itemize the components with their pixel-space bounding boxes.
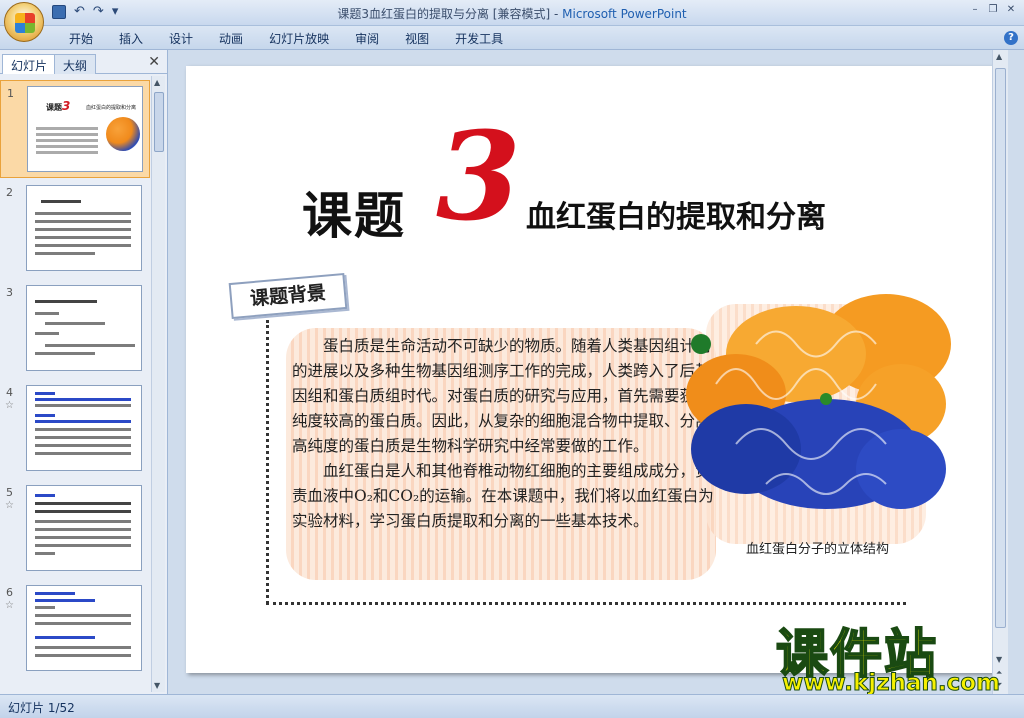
tab-home[interactable]: 开始 xyxy=(56,30,106,47)
tab-outline[interactable]: 大纲 xyxy=(54,54,97,74)
slide-preview: 课题3 血红蛋白的提取和分离 xyxy=(27,86,143,172)
tab-slideshow[interactable]: 幻灯片放映 xyxy=(256,30,342,47)
background-tag: 课题背景 xyxy=(228,273,348,319)
restore-icon[interactable]: ❐ xyxy=(986,3,1000,17)
slide-number: 6 xyxy=(6,586,13,599)
animation-star-icon: ☆ xyxy=(5,500,14,511)
scroll-down-icon[interactable]: ▼ xyxy=(996,655,1002,664)
status-bar: 幻灯片 1/52 xyxy=(0,694,1024,718)
app-name: Microsoft PowerPoint xyxy=(562,7,687,21)
pane-close-icon[interactable]: ✕ xyxy=(148,54,160,70)
slide-number: 3 xyxy=(6,286,13,299)
help-icon[interactable]: ? xyxy=(1004,31,1018,45)
office-logo-icon xyxy=(15,13,35,33)
scroll-up-icon[interactable]: ▲ xyxy=(154,78,160,87)
dotted-border xyxy=(266,602,906,605)
slide-thumbnail-6[interactable]: 6 ☆ xyxy=(0,580,150,678)
slide-preview xyxy=(26,285,142,371)
thumb-title: 课题3 xyxy=(46,99,71,113)
slide-preview xyxy=(26,485,142,571)
tab-design[interactable]: 设计 xyxy=(156,30,206,47)
tab-slides[interactable]: 幻灯片 xyxy=(2,54,57,74)
ribbon: 开始 插入 设计 动画 幻灯片放映 审阅 视图 开发工具 ? xyxy=(0,26,1024,50)
slide-number: 2 xyxy=(6,186,13,199)
minimize-icon[interactable]: – xyxy=(968,3,982,17)
slide-subtitle: 血红蛋白的提取和分离 xyxy=(526,200,826,235)
thumb-subtitle: 血红蛋白的提取和分离 xyxy=(86,105,137,111)
scrollbar-thumb[interactable] xyxy=(154,92,164,152)
pane-tabs: 幻灯片 大纲 ✕ xyxy=(0,52,168,74)
slide-editor: 课题 3 血红蛋白的提取和分离 课题背景 蛋白质是生命活动不可缺少的物质。随着人… xyxy=(170,50,1008,694)
tab-insert[interactable]: 插入 xyxy=(106,30,156,47)
slides-pane: 幻灯片 大纲 ✕ 1 课题3 血红蛋白的提取和分离 2 3 4 ☆ 5 ☆ 6 … xyxy=(0,50,168,694)
tab-animation[interactable]: 动画 xyxy=(206,30,256,47)
tab-view[interactable]: 视图 xyxy=(392,30,442,47)
scrollbar-thumb[interactable] xyxy=(995,68,1006,628)
slide-canvas[interactable]: 课题 3 血红蛋白的提取和分离 课题背景 蛋白质是生命活动不可缺少的物质。随着人… xyxy=(186,66,995,673)
slide-number: 1 xyxy=(7,87,14,100)
window-title: 课题3血红蛋白的提取与分离 [兼容模式] - Microsoft PowerPo… xyxy=(0,5,1024,22)
slide-thumbnail-1[interactable]: 1 课题3 血红蛋白的提取和分离 xyxy=(0,80,150,178)
window-controls: – ❐ ✕ xyxy=(968,3,1018,17)
scroll-up-icon[interactable]: ▲ xyxy=(996,52,1002,61)
slide-thumbnail-5[interactable]: 5 ☆ xyxy=(0,480,150,578)
scroll-down-icon[interactable]: ▼ xyxy=(154,681,160,690)
close-icon[interactable]: ✕ xyxy=(1004,3,1018,17)
hemoglobin-structure-image xyxy=(686,294,951,509)
paragraph: 蛋白质是生命活动不可缺少的物质。随着人类基因组计划的进展以及多种生物基因组测序工… xyxy=(292,337,711,455)
slide-thumbnail-3[interactable]: 3 xyxy=(0,280,150,378)
paragraph: 血红蛋白是人和其他脊椎动物红细胞的主要组成成分，负责血液中O₂和CO₂的运输。在… xyxy=(292,462,714,530)
office-button[interactable] xyxy=(4,2,44,42)
tab-developer[interactable]: 开发工具 xyxy=(442,30,516,47)
document-title: 课题3血红蛋白的提取与分离 [兼容模式] - xyxy=(337,7,563,21)
thumbnail-list: 1 课题3 血红蛋白的提取和分离 2 3 4 ☆ 5 ☆ 6 ☆ xyxy=(0,76,150,692)
slide-preview xyxy=(26,185,142,271)
slide-indicator: 幻灯片 1/52 xyxy=(8,701,75,715)
tab-review[interactable]: 审阅 xyxy=(342,30,392,47)
slide-lesson-number: 3 xyxy=(436,104,521,248)
editor-scrollbar[interactable]: ▲ ▼ ⏶ ⏷ xyxy=(992,50,1008,694)
slide-title: 课题 xyxy=(302,187,406,245)
slide-number: 5 xyxy=(6,486,13,499)
slide-thumbnail-2[interactable]: 2 xyxy=(0,180,150,278)
dotted-border xyxy=(266,320,269,604)
image-caption: 血红蛋白分子的立体结构 xyxy=(746,542,890,557)
animation-star-icon: ☆ xyxy=(5,400,14,411)
protein-thumb-image xyxy=(106,117,140,151)
slide-thumbnail-4[interactable]: 4 ☆ xyxy=(0,380,150,478)
animation-star-icon: ☆ xyxy=(5,600,14,611)
slide-preview xyxy=(26,585,142,671)
thumbnail-scrollbar[interactable]: ▲ ▼ xyxy=(151,76,165,692)
slide-preview xyxy=(26,385,142,471)
ribbon-tabs: 开始 插入 设计 动画 幻灯片放映 审阅 视图 开发工具 xyxy=(56,30,516,47)
slide-body: 蛋白质是生命活动不可缺少的物质。随着人类基因组计划的进展以及多种生物基因组测序工… xyxy=(292,334,722,534)
watermark-url: www.kjzhan.com xyxy=(782,670,1001,697)
title-bar: ↶ ↷ ▾ 课题3血红蛋白的提取与分离 [兼容模式] - Microsoft P… xyxy=(0,0,1024,26)
slide-number: 4 xyxy=(6,386,13,399)
